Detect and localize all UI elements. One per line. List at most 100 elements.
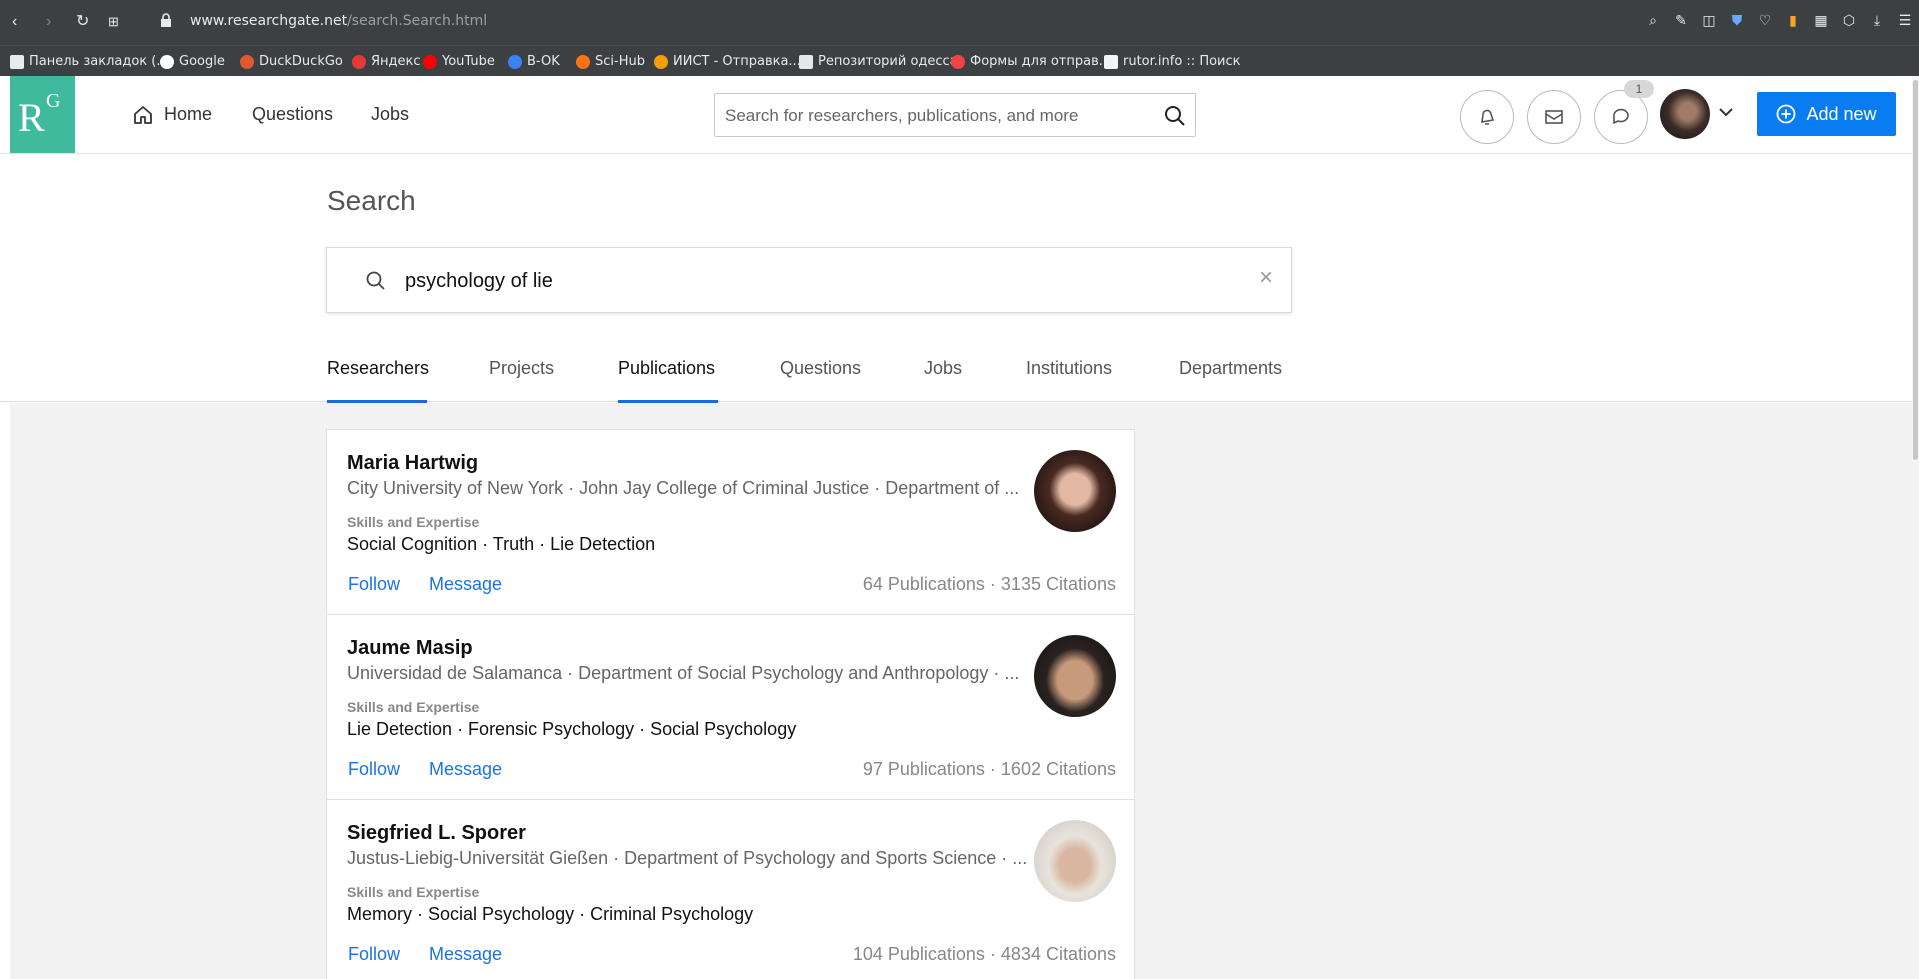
menu-icon[interactable]: ☰: [1897, 12, 1913, 28]
favicon-icon: [799, 54, 813, 69]
search-icon[interactable]: [1163, 104, 1187, 128]
shield-icon[interactable]: ⛊: [1729, 12, 1745, 28]
bookmark-label: Google: [179, 54, 225, 69]
tab-publications[interactable]: Publications: [618, 358, 715, 379]
researcher-name[interactable]: Maria Hartwig: [347, 452, 478, 475]
bookmark-label: Sci-Hub: [595, 54, 645, 69]
favicon-icon: [951, 54, 965, 69]
skills-label: Skills and Expertise: [347, 884, 480, 900]
favicon-icon: [576, 54, 590, 69]
heart-icon[interactable]: ♡: [1757, 12, 1773, 28]
bell-icon: [1481, 109, 1495, 125]
bookmark-item[interactable]: ИИСТ - Отправка...: [654, 54, 801, 69]
nav-questions[interactable]: Questions: [252, 104, 333, 125]
bookmark-item[interactable]: Sci-Hub: [576, 54, 645, 69]
favicon-icon: [1104, 54, 1118, 69]
tab-departments[interactable]: Departments: [1179, 358, 1282, 379]
extension-icon[interactable]: ▮: [1785, 12, 1801, 28]
zoom-icon[interactable]: ⌕: [1645, 12, 1661, 28]
search-section: Search psychology of lie × Researchers P…: [0, 155, 1919, 403]
scrollbar-thumb[interactable]: [1913, 80, 1918, 460]
tab-researchers[interactable]: Researchers: [327, 358, 429, 379]
reload-icon[interactable]: ↻: [76, 12, 89, 32]
follow-button[interactable]: Follow: [348, 944, 400, 965]
follow-button[interactable]: Follow: [348, 759, 400, 780]
favicon-icon: [160, 54, 174, 69]
tab-projects[interactable]: Projects: [489, 358, 554, 379]
researcher-avatar[interactable]: [1034, 820, 1116, 902]
researcher-card: Jaume Masip Universidad de Salamanca · D…: [326, 614, 1135, 800]
researcher-card: Maria Hartwig City University of New Yor…: [326, 429, 1135, 615]
researcher-name[interactable]: Siegfried L. Sporer: [347, 822, 526, 845]
bookmark-item[interactable]: Яндекс: [352, 54, 421, 69]
extension-icon[interactable]: ▦: [1813, 12, 1829, 28]
bookmark-label: YouTube: [442, 54, 495, 69]
chat-button[interactable]: [1594, 90, 1648, 144]
messages-button[interactable]: [1527, 90, 1581, 144]
download-icon[interactable]: ⤓: [1869, 12, 1885, 28]
bookmark-label: B-OK: [527, 54, 560, 69]
favicon-icon: [508, 54, 522, 69]
lock-icon: [161, 13, 171, 27]
back-icon[interactable]: ‹: [12, 12, 17, 32]
favicon-icon: [352, 54, 366, 69]
bookmark-label: Панель закладок (...: [29, 54, 169, 69]
chevron-down-icon[interactable]: [1718, 106, 1734, 118]
forward-icon[interactable]: ›: [46, 12, 51, 32]
tiles-icon[interactable]: ⊞: [108, 12, 119, 32]
tab-institutions[interactable]: Institutions: [1026, 358, 1112, 379]
bookmark-item[interactable]: Панель закладок (...: [10, 54, 169, 69]
browser-extension-icons: ⌕ ✎ ◫ ⛊ ♡ ▮ ▦ ⬡ ⤓ ☰: [1645, 12, 1913, 28]
bookmark-label: rutor.info :: Поиск: [1123, 54, 1241, 69]
browser-toolbar: ‹ › ↻ ⊞ www.researchgate.net/search.Sear…: [0, 0, 1919, 45]
tab-questions[interactable]: Questions: [780, 358, 861, 379]
favicon-icon: [654, 54, 668, 69]
notification-badge: 1: [1624, 80, 1654, 98]
skills-list: Lie Detection · Forensic Psychology · So…: [347, 719, 797, 739]
camera-icon[interactable]: ◫: [1701, 12, 1717, 28]
favicon-icon: [240, 54, 254, 69]
skills-list: Memory · Social Psychology · Criminal Ps…: [347, 904, 754, 924]
follow-button[interactable]: Follow: [348, 574, 400, 595]
researcher-institution: City University of New York · John Jay C…: [347, 478, 1020, 498]
tab-jobs[interactable]: Jobs: [924, 358, 962, 379]
nav-home[interactable]: Home: [164, 104, 212, 125]
researcher-avatar[interactable]: [1034, 635, 1116, 717]
researcher-institution: Universidad de Salamanca · Department of…: [347, 663, 1020, 683]
bookmark-label: ИИСТ - Отправка...: [673, 54, 801, 69]
skills-label: Skills and Expertise: [347, 514, 480, 530]
url-field[interactable]: www.researchgate.net/search.Search.html: [190, 13, 487, 29]
favicon-icon: [423, 54, 437, 69]
cube-icon[interactable]: ⬡: [1841, 12, 1857, 28]
header-search-input[interactable]: Search for researchers, publications, an…: [714, 93, 1196, 137]
bookmark-item[interactable]: DuckDuckGo: [240, 54, 343, 69]
bookmark-item[interactable]: Google: [160, 54, 225, 69]
main-search-input[interactable]: psychology of lie ×: [326, 247, 1292, 313]
researcher-stats: 64 Publications · 3135 Citations: [862, 574, 1116, 594]
skills-list: Social Cognition · Truth · Lie Detection: [347, 534, 656, 554]
bookmark-item[interactable]: Репозиторий одесса: [799, 54, 958, 69]
edit-icon[interactable]: ✎: [1673, 12, 1689, 28]
bookmark-item[interactable]: rutor.info :: Поиск: [1104, 54, 1241, 69]
message-button[interactable]: Message: [429, 944, 502, 965]
plus-circle-icon: [1777, 104, 1796, 124]
add-new-button[interactable]: Add new: [1757, 92, 1896, 136]
researcher-card: Siegfried L. Sporer Justus-Liebig-Univer…: [326, 799, 1135, 979]
clear-icon[interactable]: ×: [1259, 264, 1273, 292]
nav-jobs[interactable]: Jobs: [371, 104, 409, 125]
researcher-avatar[interactable]: [1034, 450, 1116, 532]
bookmarks-bar: Панель закладок (... Google DuckDuckGo Янде…: [0, 45, 1919, 76]
message-button[interactable]: Message: [429, 574, 502, 595]
bookmark-item[interactable]: B-OK: [508, 54, 560, 69]
message-button[interactable]: Message: [429, 759, 502, 780]
notifications-button[interactable]: [1460, 90, 1514, 144]
search-query[interactable]: psychology of lie: [405, 270, 553, 293]
search-icon: [366, 271, 385, 290]
researchgate-logo[interactable]: RG: [10, 76, 75, 153]
user-avatar[interactable]: [1660, 89, 1710, 139]
researcher-name[interactable]: Jaume Masip: [347, 637, 473, 660]
bookmark-item[interactable]: YouTube: [423, 54, 495, 69]
bookmark-label: Яндекс: [371, 54, 421, 69]
home-icon[interactable]: [132, 104, 154, 126]
bookmark-item[interactable]: Формы для отправ...: [951, 54, 1111, 69]
